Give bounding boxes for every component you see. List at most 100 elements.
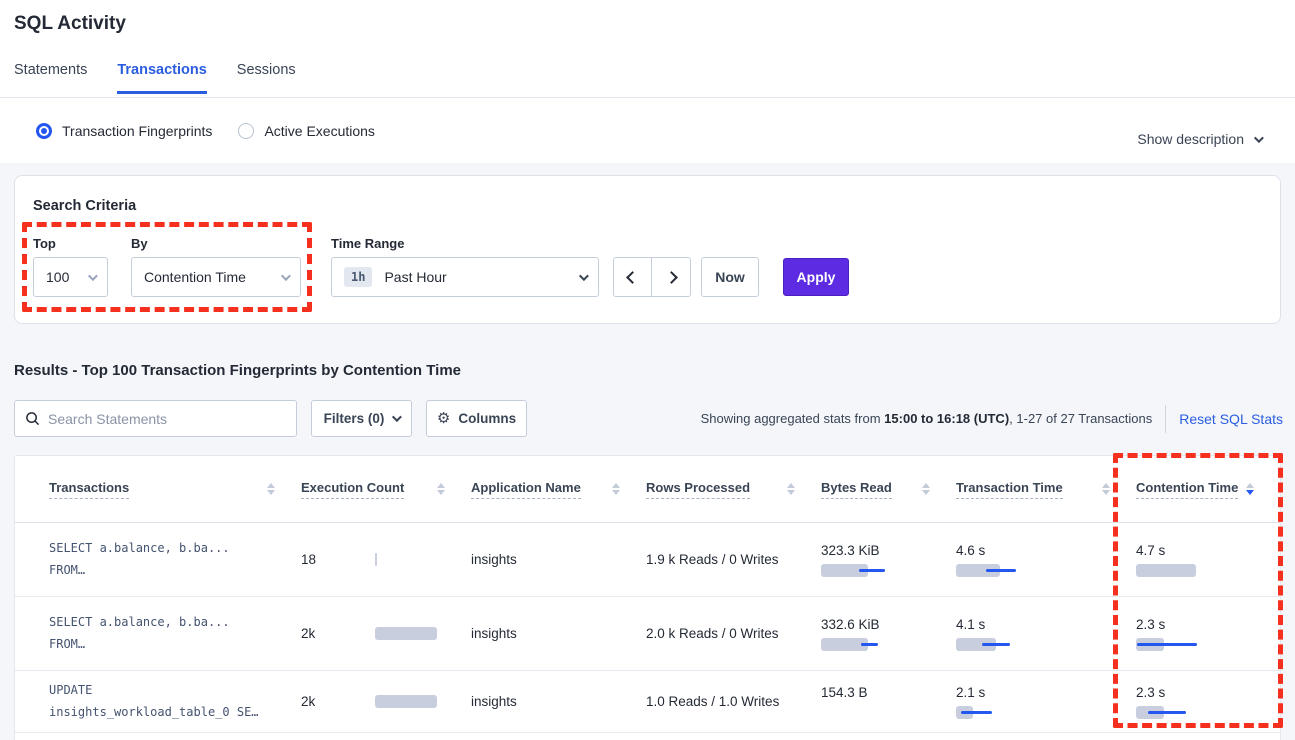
columns-label: Columns bbox=[458, 411, 516, 426]
header-transactions[interactable]: Transactions bbox=[49, 480, 301, 499]
chevron-right-icon bbox=[665, 271, 678, 284]
tab-bar: Statements Transactions Sessions bbox=[14, 62, 296, 94]
time-range-select[interactable]: 1h Past Hour bbox=[331, 257, 599, 297]
bytes-read-cell: 332.6 KiB bbox=[821, 617, 956, 651]
transaction-time-bar bbox=[956, 564, 1048, 577]
sort-icon[interactable] bbox=[612, 483, 620, 495]
transaction-time-bar bbox=[956, 638, 1048, 651]
execution-count-bar bbox=[375, 695, 467, 708]
contention-time-cell: 2.3 s bbox=[1136, 685, 1280, 719]
stats-area: Showing aggregated stats from 15:00 to 1… bbox=[701, 400, 1283, 437]
execution-count-cell: 2k bbox=[301, 694, 471, 709]
tab-sessions[interactable]: Sessions bbox=[237, 62, 296, 94]
sort-icon[interactable] bbox=[922, 483, 930, 495]
show-description-toggle[interactable]: Show description bbox=[1137, 131, 1261, 147]
vertical-divider bbox=[1165, 405, 1166, 433]
execution-count-cell: 2k bbox=[301, 626, 471, 641]
radio-icon[interactable] bbox=[238, 123, 254, 139]
header-application-name[interactable]: Application Name bbox=[471, 480, 646, 499]
execution-count-bar bbox=[375, 553, 467, 566]
sort-icon[interactable] bbox=[1246, 483, 1254, 495]
tab-transactions[interactable]: Transactions bbox=[117, 62, 206, 94]
previous-time-button[interactable] bbox=[613, 257, 652, 297]
chevron-down-icon bbox=[281, 271, 291, 281]
search-statements-box[interactable] bbox=[14, 400, 297, 437]
columns-button[interactable]: ⚙ Columns bbox=[426, 400, 527, 437]
sort-icon[interactable] bbox=[1102, 483, 1110, 495]
radio-label: Transaction Fingerprints bbox=[62, 123, 212, 139]
show-description-label: Show description bbox=[1137, 131, 1244, 147]
contention-time-bar bbox=[1136, 564, 1228, 577]
table-header-row: Transactions Execution Count Application… bbox=[15, 456, 1280, 523]
header-contention-time[interactable]: Contention Time bbox=[1136, 480, 1280, 499]
search-criteria-title: Search Criteria bbox=[33, 198, 136, 214]
search-statements-input[interactable] bbox=[48, 411, 286, 427]
top-select[interactable]: 100 bbox=[33, 257, 108, 297]
application-name-cell: insights bbox=[471, 552, 646, 567]
execution-count-bar bbox=[375, 627, 467, 640]
transactions-table: Transactions Execution Count Application… bbox=[14, 455, 1281, 740]
transaction-fingerprint-link[interactable]: SELECT a.balance, b.ba... FROM… bbox=[49, 538, 301, 581]
search-criteria-card: Search Criteria Top 100 By Contention Ti… bbox=[14, 175, 1281, 324]
transaction-fingerprint-link[interactable]: SELECT a.balance, b.ba... FROM… bbox=[49, 612, 301, 655]
aggregated-stats-text: Showing aggregated stats from 15:00 to 1… bbox=[701, 411, 1153, 426]
bytes-read-cell: 154.3 B bbox=[821, 685, 956, 719]
contention-time-bar bbox=[1136, 638, 1228, 651]
time-range-badge: 1h bbox=[344, 267, 372, 287]
apply-button[interactable]: Apply bbox=[783, 258, 849, 296]
chevron-left-icon bbox=[626, 271, 639, 284]
page-title: SQL Activity bbox=[14, 13, 126, 35]
bytes-read-bar bbox=[821, 706, 913, 719]
execution-count-cell: 18 bbox=[301, 552, 471, 567]
tab-statements[interactable]: Statements bbox=[14, 62, 87, 94]
chevron-down-icon bbox=[579, 271, 589, 281]
gear-icon: ⚙ bbox=[437, 411, 450, 426]
bytes-read-cell: 323.3 KiB bbox=[821, 543, 956, 577]
sort-icon[interactable] bbox=[437, 483, 445, 495]
header-transaction-time[interactable]: Transaction Time bbox=[956, 480, 1136, 499]
top-select-value: 100 bbox=[46, 269, 69, 285]
transaction-time-cell: 4.6 s bbox=[956, 543, 1136, 577]
radio-transaction-fingerprints[interactable]: Transaction Fingerprints bbox=[36, 123, 212, 139]
sort-icon[interactable] bbox=[787, 483, 795, 495]
table-row: UPDATE insights_workload_table_0 SE… 2k … bbox=[15, 671, 1280, 733]
radio-icon[interactable] bbox=[36, 123, 52, 139]
page-header: SQL Activity Statements Transactions Ses… bbox=[0, 0, 1295, 163]
rows-processed-cell: 1.9 k Reads / 0 Writes bbox=[646, 552, 821, 567]
application-name-cell: insights bbox=[471, 694, 646, 709]
contention-time-cell: 4.7 s bbox=[1136, 543, 1280, 577]
radio-active-executions[interactable]: Active Executions bbox=[238, 123, 375, 139]
table-row: SELECT a.balance, b.ba... FROM… 18 insig… bbox=[15, 523, 1280, 597]
filters-button[interactable]: Filters (0) bbox=[311, 400, 412, 437]
time-pager bbox=[613, 257, 691, 297]
chevron-down-icon bbox=[88, 271, 98, 281]
transaction-time-cell: 4.1 s bbox=[956, 617, 1136, 651]
transaction-time-cell: 2.1 s bbox=[956, 685, 1136, 719]
search-icon bbox=[25, 411, 40, 426]
by-select[interactable]: Contention Time bbox=[131, 257, 301, 297]
rows-processed-cell: 2.0 k Reads / 0 Writes bbox=[646, 626, 821, 641]
table-row: SELECT a.balance, b.ba... FROM… 2k insig… bbox=[15, 597, 1280, 671]
transaction-fingerprint-link[interactable]: UPDATE insights_workload_table_0 SE… bbox=[49, 680, 301, 723]
contention-time-cell: 2.3 s bbox=[1136, 617, 1280, 651]
header-bytes-read[interactable]: Bytes Read bbox=[821, 480, 956, 499]
results-heading: Results - Top 100 Transaction Fingerprin… bbox=[14, 362, 461, 379]
time-range-value: Past Hour bbox=[384, 269, 446, 285]
now-button[interactable]: Now bbox=[701, 257, 759, 297]
reset-sql-stats-link[interactable]: Reset SQL Stats bbox=[1179, 411, 1283, 427]
rows-processed-cell: 1.0 Reads / 1.0 Writes bbox=[646, 694, 821, 709]
top-label: Top bbox=[33, 236, 56, 251]
filters-label: Filters (0) bbox=[324, 411, 385, 426]
header-execution-count[interactable]: Execution Count bbox=[301, 480, 471, 499]
header-rows-processed[interactable]: Rows Processed bbox=[646, 480, 821, 499]
next-time-button[interactable] bbox=[652, 257, 691, 297]
transaction-time-bar bbox=[956, 706, 1048, 719]
chevron-down-icon bbox=[392, 412, 402, 422]
bytes-read-bar bbox=[821, 564, 913, 577]
sql-activity-page: SQL Activity Statements Transactions Ses… bbox=[0, 0, 1295, 740]
radio-label: Active Executions bbox=[264, 123, 375, 139]
sort-icon[interactable] bbox=[267, 483, 275, 495]
time-range-label: Time Range bbox=[331, 236, 404, 251]
view-toggle-band: Transaction Fingerprints Active Executio… bbox=[0, 98, 1295, 163]
by-select-value: Contention Time bbox=[144, 269, 246, 285]
